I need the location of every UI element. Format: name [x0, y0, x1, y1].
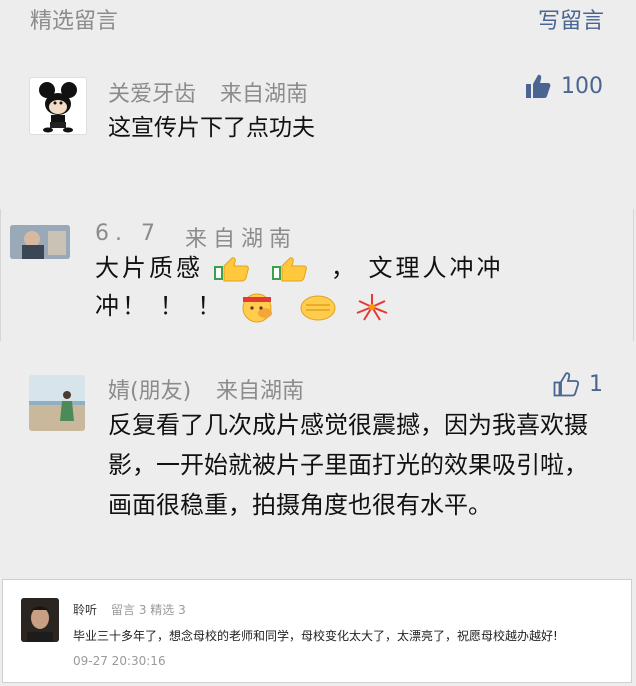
comment-text: 毕业三十多年了，想念母校的老师和同学，母校变化太大了，太漂亮了，祝愿母校越办越好… — [73, 629, 558, 643]
comment-author: 6. 7 — [95, 221, 161, 246]
comment-text-line1: 大片质感 — [95, 254, 203, 282]
comment-location: 来自湖南 — [220, 82, 309, 107]
comment-item: 聆听 留言 3 精选 3 毕业三十多年了，想念母校的老师和同学，母校变化太大了，… — [2, 579, 632, 683]
comment-item: 6. 7 来自湖南 大片质感 ， 文理人冲冲 冲！ ！ ！ — [0, 209, 634, 341]
section-title: 精选留言 — [30, 9, 119, 34]
cheering-face-emoji — [242, 293, 272, 323]
fireworks-emoji — [356, 294, 388, 321]
like-button[interactable]: 100 — [525, 73, 603, 99]
like-count: 1 — [589, 371, 603, 397]
comment-meta: 留言 3 精选 3 — [111, 603, 186, 617]
thumbs-up-emoji — [213, 257, 249, 282]
like-button[interactable]: 1 — [553, 371, 603, 397]
comment-time: 09-27 20:30:16 — [73, 654, 166, 668]
comment-text-line2: 冲！ ！ ！ — [95, 292, 225, 320]
thumbs-up-filled-icon — [526, 74, 551, 98]
comment-author: 聆听 — [73, 603, 98, 617]
comment-item: 婧(朋友) 来自湖南 1 反复看了几次成片感觉很震撼，因为我喜欢摄影，一开始就被… — [0, 357, 636, 577]
avatar — [29, 375, 85, 431]
comment-item: 关爱牙齿 来自湖南 100 这宣传片下了点功夫 — [0, 57, 636, 207]
comment-author: 婧(朋友) — [108, 379, 192, 404]
avatar — [21, 598, 59, 642]
write-comment-button[interactable]: 写留言 — [538, 3, 604, 35]
comment-text: 这宣传片下了点功夫 — [108, 115, 315, 141]
avatar — [10, 225, 70, 259]
thumbs-up-outline-icon — [553, 372, 579, 397]
comment-text: 反复看了几次成片感觉很震撼，因为我喜欢摄影，一开始就被片子里面打光的效果吸引啦，… — [108, 411, 588, 519]
comment-author: 关爱牙齿 — [108, 82, 197, 107]
avatar — [29, 77, 87, 135]
comment-location: 来自湖南 — [216, 379, 305, 404]
comments-header: 精选留言 写留言 — [0, 0, 636, 40]
comment-text: 大片质感 ， 文理人冲冲 冲！ ！ ！ — [95, 249, 504, 325]
flexed-fist-emoji — [300, 295, 336, 321]
thumbs-up-emoji — [272, 257, 308, 282]
like-count: 100 — [561, 73, 603, 99]
comment-text-line1-tail: ， 文理人冲冲 — [330, 254, 504, 282]
